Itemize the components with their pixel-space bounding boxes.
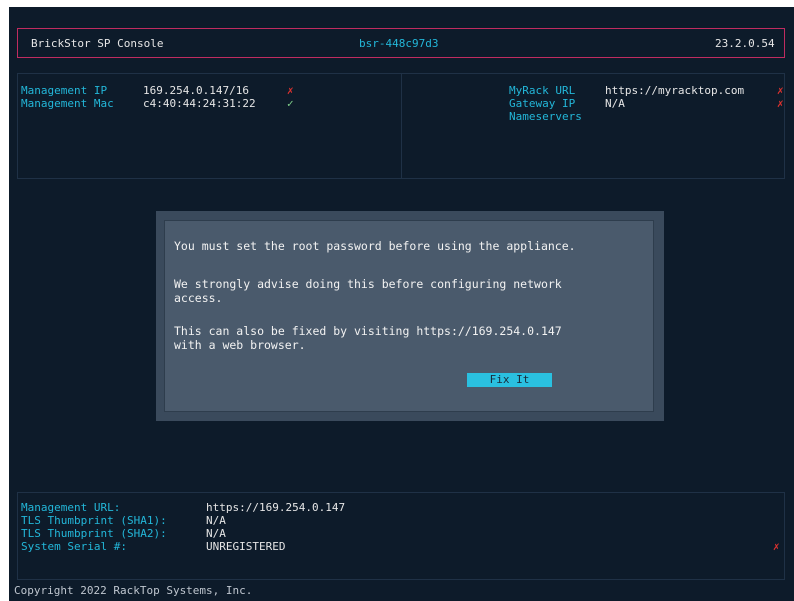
hostname: bsr-448c97d3 [359,37,439,50]
nameservers-label: Nameservers [509,110,582,123]
dialog-message-line3b: with a web browser. [174,338,306,352]
gateway-ip-value: N/A [605,97,625,110]
copyright-text: Copyright 2022 RackTop Systems, Inc. [14,584,253,597]
gateway-error-icon: ✗ [777,97,784,110]
tls-sha2-value: N/A [206,527,226,540]
dialog-message-line2a: We strongly advise doing this before con… [174,277,562,291]
fix-it-button[interactable]: Fix It [467,373,552,387]
console-title: BrickStor SP Console [31,37,164,50]
myrack-error-icon: ✗ [777,84,784,97]
version: 23.2.0.54 [715,37,775,50]
system-serial-label: System Serial #: [21,540,127,553]
myrack-url-label: MyRack URL [509,84,576,97]
tls-sha2-label: TLS Thumbprint (SHA2): [21,527,167,540]
console-screen: BrickStor SP Console bsr-448c97d3 23.2.0… [9,7,794,601]
dialog-message-line2b: access. [174,291,223,305]
network-panel-divider [401,74,402,178]
tls-sha1-value: N/A [206,514,226,527]
mgmt-ip-error-icon: ✗ [287,84,294,97]
gateway-ip-label: Gateway IP [509,97,576,110]
mgmt-url-label: Management URL: [21,501,121,514]
mgmt-mac-ok-icon: ✓ [287,97,294,110]
dialog-message-line3a: This can also be fixed by visiting https… [174,324,562,338]
mgmt-mac-label: Management Mac [21,97,114,110]
mgmt-url-value: https://169.254.0.147 [206,501,346,514]
system-serial-value: UNREGISTERED [206,540,286,553]
myrack-url-value: https://myracktop.com [605,84,745,97]
system-serial-error-icon: ✗ [773,540,780,553]
dialog-message-line1: You must set the root password before us… [174,239,576,253]
mgmt-mac-value: c4:40:44:24:31:22 [143,97,256,110]
tls-sha1-label: TLS Thumbprint (SHA1): [21,514,167,527]
mgmt-ip-value: 169.254.0.147/16 [143,84,249,97]
mgmt-ip-label: Management IP [21,84,108,97]
